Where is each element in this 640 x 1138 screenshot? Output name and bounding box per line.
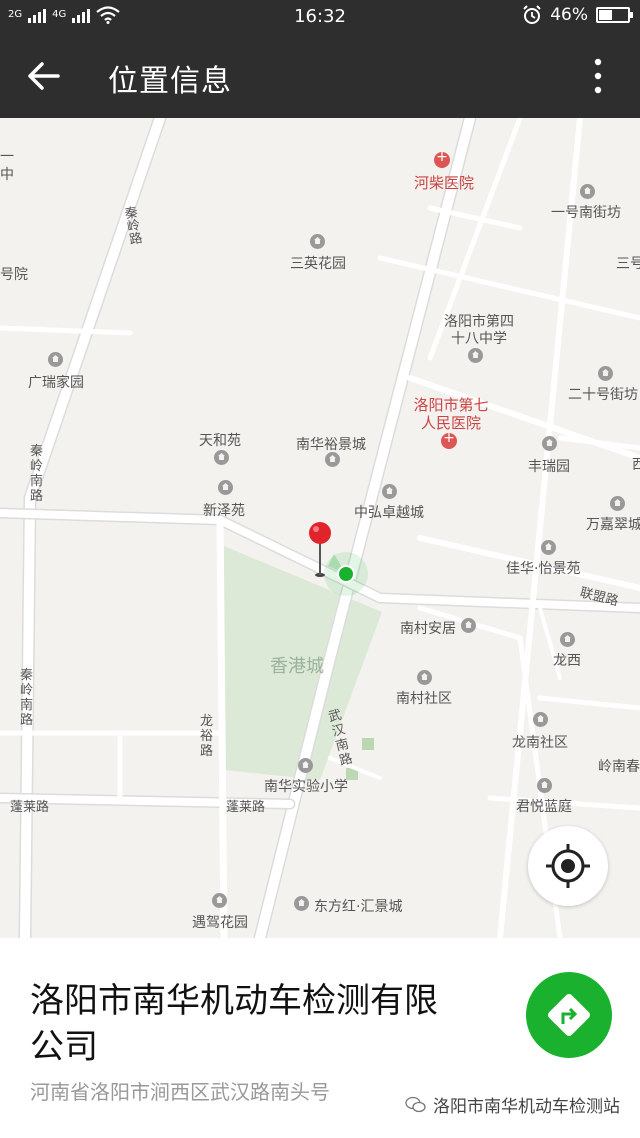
poi-label: 万嘉翠城 [586,517,640,533]
poi-icon [417,670,432,685]
poi-icon [580,184,595,199]
poi-label: 三号 [616,256,640,272]
place-name: 洛阳市南华机动车检测有限公司 [30,981,438,1067]
poi-icon [48,352,63,367]
crosshair-icon [546,844,590,888]
watermark: 洛阳市南华机动车检测站 [405,1092,620,1117]
battery-percent: 46% [550,5,588,25]
poi-icon [533,712,548,727]
poi-label: 新泽苑 [203,503,245,519]
poi-icon [537,778,552,793]
location-info-panel: 洛阳市南华机动车检测有限公司 河南省洛阳市涧西区武汉路南头号 洛阳市南华机动车检… [0,938,640,1138]
poi-label: 一号南街坊 [551,205,621,221]
poi-label: 岭南春 [598,759,640,775]
poi-label: 中弘卓越城 [354,505,424,521]
road-label: 秦岭南路 [20,668,34,728]
school-icon [468,348,483,363]
battery-icon [596,7,633,23]
alarm-icon [523,5,541,24]
poi-label: 遇驾花园 [192,915,248,931]
poi-label: 洛阳市第七人民医院 [413,396,489,432]
area-label: 香港城 [270,656,324,677]
poi-icon [610,496,625,511]
poi-icon [218,480,233,495]
poi-icon [541,540,556,555]
poi-label: 二十号街坊 [568,387,638,403]
poi-label: 东方红·汇景城 [314,899,403,915]
map-label-fragment: 西 [632,457,640,473]
app-bar: 位置信息 [0,34,640,118]
more-vertical-icon [594,58,602,94]
page-title: 位置信息 [108,64,232,99]
watermark-text: 洛阳市南华机动车检测站 [433,1097,620,1117]
wechat-icon [405,1096,426,1112]
poi-icon [461,618,476,633]
poi-icon [294,896,309,911]
poi-label: 龙南社区 [512,735,568,751]
school-icon [298,758,313,773]
poi-label: 南村安居 [400,621,456,637]
arrow-left-icon [28,62,60,90]
poi-label: 丰瑞园 [528,459,570,475]
more-menu-button[interactable] [576,54,620,98]
road-label: 龙裕路 [200,714,214,759]
road-label: 蓬莱路 [226,800,266,815]
back-button[interactable] [22,54,66,98]
poi-icon [598,366,613,381]
poi-label: 三英花园 [290,256,346,272]
map-view[interactable]: 一 中 河柴医院 一号南街坊 秦岭路 三英花园 三号 号院 洛阳市第四十八中学 … [0,118,640,938]
poi-label: 号院 [0,267,28,283]
poi-label: 天和苑 [199,433,241,449]
poi-icon [560,632,575,647]
poi-icon [382,484,397,499]
park-patch [362,738,374,750]
locate-me-button[interactable] [528,826,608,906]
poi-icon [542,436,557,451]
poi-icon [310,234,325,249]
poi-label: 龙西 [553,653,581,669]
poi-label: 南华裕景城 [296,437,366,453]
place-address: 河南省洛阳市涧西区武汉路南头号 [30,1080,330,1104]
poi-icon [214,450,229,465]
map-pin-icon[interactable] [306,520,334,580]
poi-label: 河柴医院 [414,174,475,192]
poi-icon [212,893,227,908]
poi-label: 南华实验小学 [264,779,348,795]
poi-label: 佳华·怡景苑 [506,561,581,577]
battery-fill [599,10,612,20]
road-label: 蓬莱路 [10,800,50,815]
map-label-fragment: 中 [0,167,14,183]
poi-label: 广瑞家园 [28,375,84,391]
poi-label: 南村社区 [396,691,452,707]
hospital-icon [441,430,457,449]
poi-icon [325,452,340,467]
navigate-button[interactable] [526,972,612,1058]
status-bar: 2G 4G 16:32 46% [0,0,640,34]
map-label-fragment: 一 [0,149,14,165]
status-right: 46% [522,5,633,25]
road-label: 秦岭南路 [30,444,44,504]
poi-label: 君悦蓝庭 [516,799,572,815]
navigate-arrow-icon [548,994,590,1036]
hospital-icon [434,149,450,168]
poi-label: 洛阳市第四十八中学 [444,314,514,347]
